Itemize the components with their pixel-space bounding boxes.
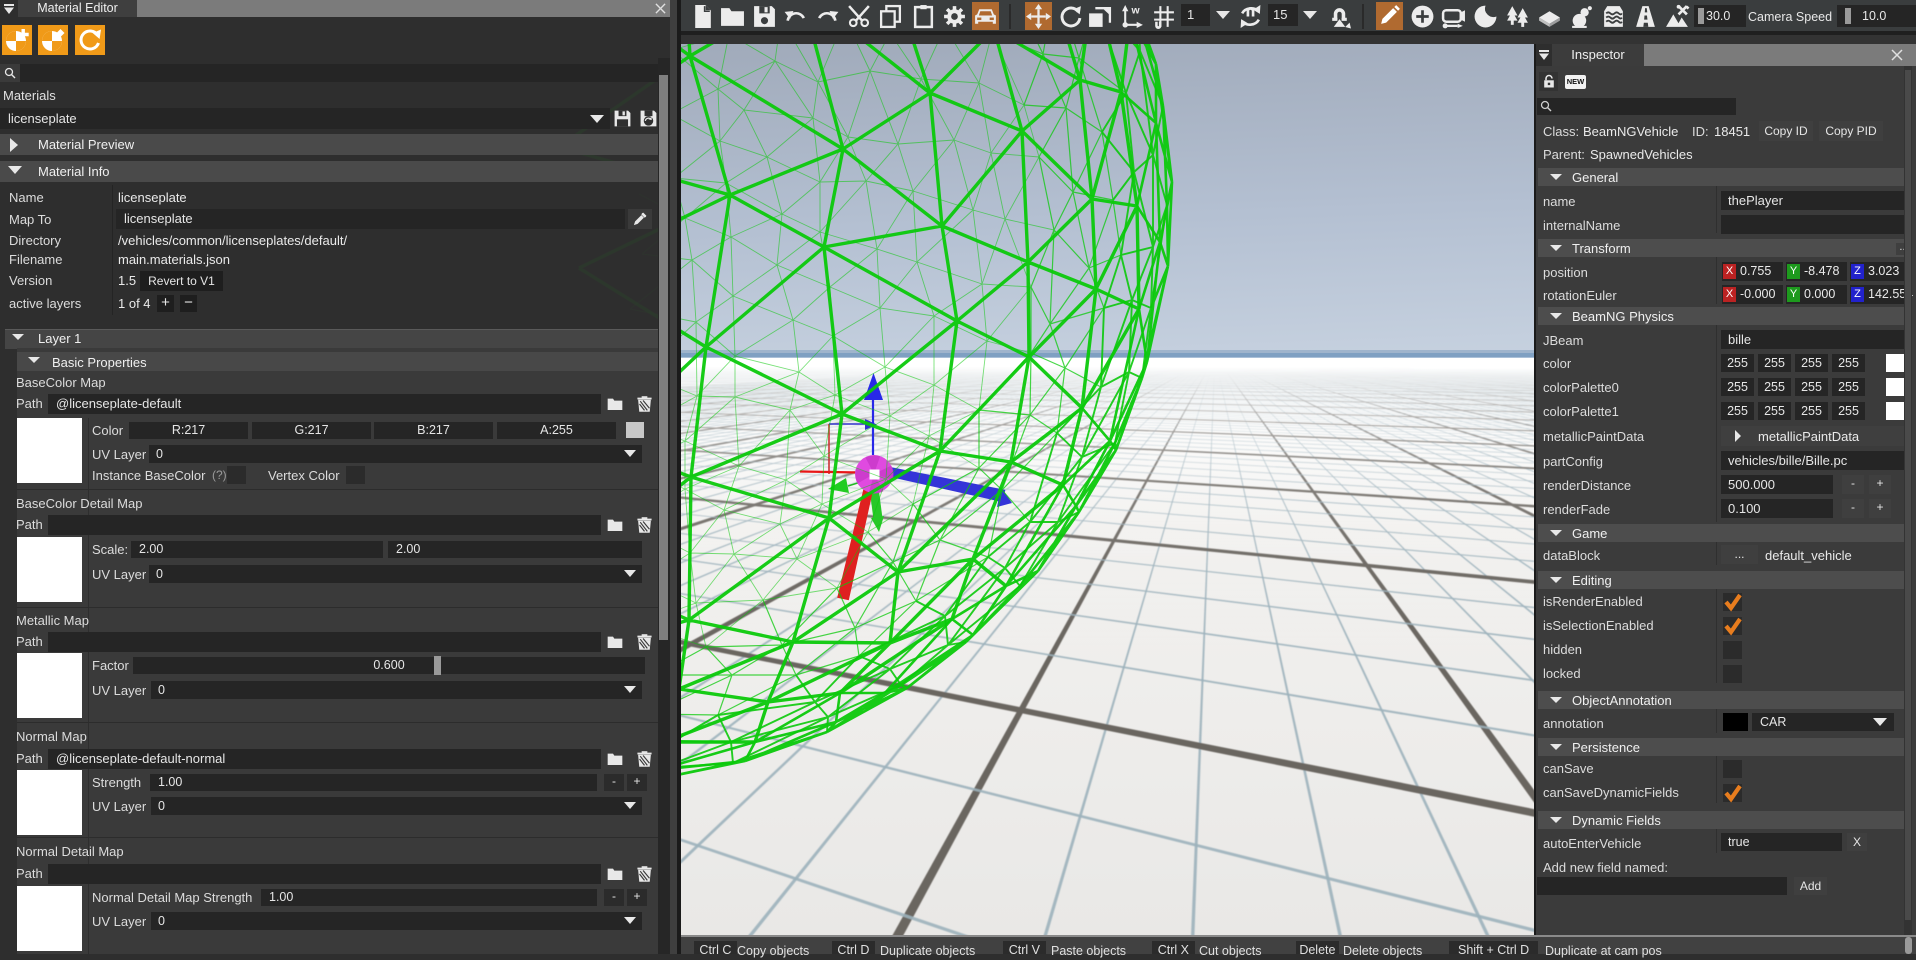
svg-text:w: w bbox=[1130, 5, 1140, 16]
